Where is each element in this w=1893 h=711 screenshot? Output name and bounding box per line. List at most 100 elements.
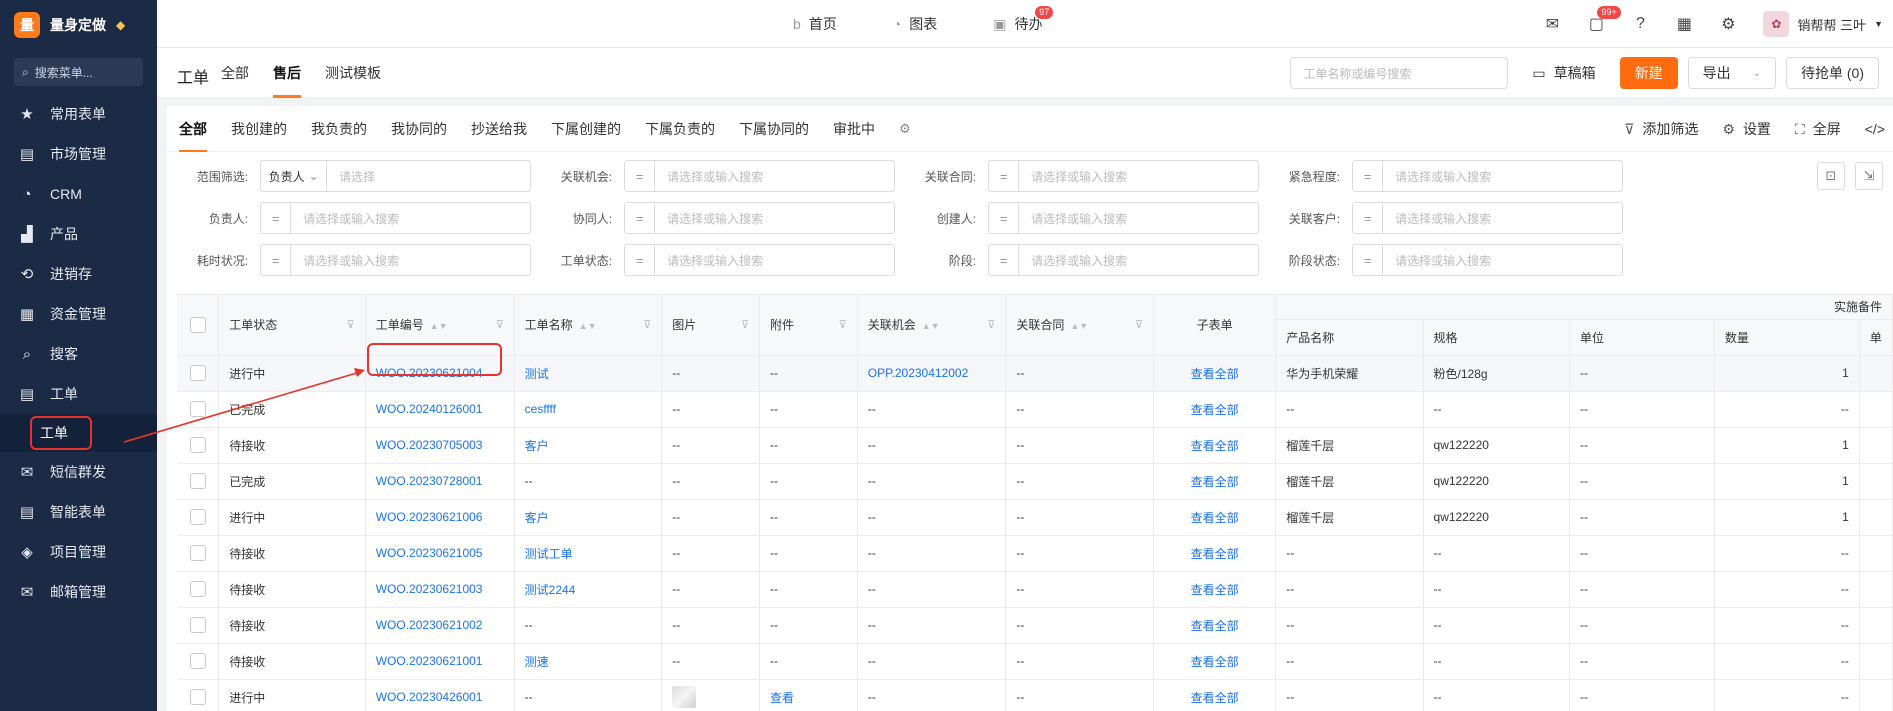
row-checkbox[interactable] — [189, 581, 206, 597]
operator-select[interactable]: = — [625, 203, 656, 233]
save-filter-icon[interactable]: ⊡ — [1817, 162, 1845, 190]
sidebar-item[interactable]: ⌕ 搜客 — [0, 334, 157, 374]
cell-sub[interactable]: 查看全部 — [1153, 391, 1277, 428]
range-owner-select[interactable]: 负责人 ⌄ — [261, 161, 328, 191]
filter-tab[interactable]: 审批中 — [833, 106, 875, 152]
cell-name[interactable]: cesffff — [514, 391, 663, 428]
cell-sub[interactable]: 查看全部 — [1153, 535, 1277, 572]
operator-select[interactable]: = — [1353, 245, 1384, 275]
row-checkbox[interactable] — [189, 401, 206, 417]
row-checkbox[interactable] — [189, 653, 206, 669]
drafts-button[interactable]: ▭ 草稿箱 — [1518, 57, 1610, 89]
column-filter-icon[interactable]: ⊽ — [347, 318, 355, 331]
cell-value[interactable]: WOO.20240126001 — [376, 402, 483, 416]
cell-name[interactable]: 测试 — [514, 355, 663, 392]
sidebar-item[interactable]: ✉ 短信群发 — [0, 452, 157, 492]
cell-sub[interactable]: 查看全部 — [1153, 607, 1277, 644]
row-checkbox[interactable] — [189, 617, 206, 633]
filter-tab[interactable]: 全部 — [179, 106, 207, 152]
top-nav-link[interactable]: ◔ 图表 — [893, 14, 937, 34]
column-filter-icon[interactable]: ⊽ — [741, 318, 749, 331]
cell-sub[interactable]: 查看全部 — [1153, 499, 1277, 536]
select-all-checkbox[interactable] — [189, 316, 206, 333]
row-checkbox[interactable] — [189, 509, 206, 525]
cell-value[interactable]: WOO.20230621002 — [376, 618, 483, 632]
column-filter-icon[interactable]: ⊽ — [839, 318, 847, 331]
cell-value[interactable]: 客户 — [525, 439, 549, 453]
cell-value[interactable]: 查看全部 — [1191, 439, 1239, 453]
cell-value[interactable]: WOO.20230621005 — [376, 546, 483, 560]
template-tab[interactable]: 售后 — [273, 48, 301, 98]
top-nav-link[interactable]: b 首页 — [793, 14, 837, 34]
sub-column-header[interactable]: 数量 — [1714, 319, 1860, 356]
cell-no[interactable]: WOO.20230426001 — [365, 679, 515, 711]
cell-value[interactable]: 查看 — [770, 691, 794, 705]
cell-no[interactable]: WOO.20230621002 — [365, 607, 515, 644]
filter-input[interactable]: = 请选择或输入搜索 — [260, 202, 531, 234]
sidebar-item[interactable]: ◈ 项目管理 — [0, 532, 157, 572]
sub-column-header[interactable]: 单位 — [1569, 319, 1715, 356]
cell-name[interactable]: 测试2244 — [514, 571, 663, 608]
operator-select[interactable]: = — [625, 161, 656, 191]
cell-no[interactable]: WOO.20230621003 — [365, 571, 515, 608]
sidebar-item[interactable]: ◔ CRM — [0, 174, 157, 214]
sub-column-header[interactable]: 单 — [1859, 319, 1893, 356]
cell-sub[interactable]: 查看全部 — [1153, 427, 1277, 464]
sidebar-item[interactable]: ▟ 产品 — [0, 214, 157, 254]
fullscreen-button[interactable]: ⛶ 全屏 — [1795, 119, 1841, 139]
column-header[interactable]: 工单名称 ▲▼ ⊽ — [514, 295, 663, 356]
settings-button[interactable]: ⚙ 设置 — [1722, 119, 1771, 139]
new-button[interactable]: 新建 — [1619, 57, 1678, 89]
grab-order-button[interactable]: 待抢单 (0) — [1786, 57, 1879, 89]
filter-tab[interactable]: 我协同的 — [391, 106, 447, 152]
column-header[interactable]: 关联机会 ▲▼ ⊽ — [857, 295, 1007, 356]
cell-sub[interactable]: 查看全部 — [1153, 463, 1277, 500]
work-order-search-input[interactable]: 工单名称或编号搜索 — [1290, 57, 1509, 89]
row-checkbox[interactable] — [189, 365, 206, 381]
mail-icon[interactable]: ✉ — [1543, 14, 1561, 34]
cell-no[interactable]: WOO.20230621005 — [365, 535, 515, 572]
operator-select[interactable]: = — [989, 203, 1020, 233]
cell-value[interactable]: 查看全部 — [1191, 691, 1239, 705]
cell-no[interactable]: WOO.20230621001 — [365, 643, 515, 680]
table-row[interactable]: 待接收 WOO.20230621002 -- -- -- -- -- 查看全部 -- -- -- -- — [177, 607, 1893, 644]
cell-opp[interactable]: OPP.20230412002 — [857, 355, 1007, 392]
template-tab[interactable]: 全部 — [221, 48, 249, 98]
cell-value[interactable]: 查看全部 — [1191, 367, 1239, 381]
filter-tab[interactable]: 我负责的 — [311, 106, 367, 152]
cell-no[interactable]: WOO.20230728001 — [365, 463, 515, 500]
table-row[interactable]: 已完成 WOO.20230728001 -- -- -- -- -- 查看全部 榴莲千层 qw12… — [177, 463, 1893, 500]
cell-value[interactable]: 测速 — [525, 655, 549, 669]
operator-select[interactable]: = — [261, 245, 292, 275]
cell-value[interactable]: 客户 — [525, 511, 549, 525]
column-filter-icon[interactable]: ⊽ — [496, 318, 504, 331]
filter-input[interactable]: = 请选择或输入搜索 — [1352, 244, 1623, 276]
chat-icon[interactable]: ▢ 99+ — [1587, 6, 1621, 34]
cell-value[interactable]: 测试2244 — [525, 583, 576, 597]
cell-sub[interactable]: 查看全部 — [1153, 355, 1277, 392]
column-header[interactable]: 子表单 — [1153, 295, 1277, 356]
row-checkbox[interactable] — [189, 689, 206, 705]
table-row[interactable]: 进行中 WOO.20230621006 客户 -- -- -- -- 查看全部 榴莲千层 qw12… — [177, 499, 1893, 536]
column-filter-icon[interactable]: ⊽ — [643, 318, 651, 331]
table-row[interactable]: 进行中 WOO.20230426001 -- 查看 -- -- 查看全部 -- -- -- -- — [177, 679, 1893, 711]
cell-value[interactable]: WOO.20230621003 — [376, 582, 483, 596]
column-filter-icon[interactable]: ⊽ — [1135, 318, 1143, 331]
image-thumbnail[interactable] — [672, 686, 697, 708]
cell-name[interactable]: 客户 — [514, 427, 663, 464]
code-button[interactable]: </> — [1865, 121, 1885, 137]
cell-name[interactable]: 测速 — [514, 643, 663, 680]
sidebar-item[interactable]: ✉ 邮箱管理 — [0, 572, 157, 612]
operator-select[interactable]: = — [261, 203, 292, 233]
cell-value[interactable]: 测试工单 — [525, 547, 573, 561]
cell-value[interactable]: WOO.20230705003 — [376, 438, 483, 452]
cell-att[interactable]: 查看 — [759, 679, 858, 711]
cell-value[interactable]: WOO.20230728001 — [376, 474, 483, 488]
table-row[interactable]: 待接收 WOO.20230621005 测试工单 -- -- -- -- 查看全部 -- -- --… — [177, 535, 1893, 572]
filter-input[interactable]: = 请选择或输入搜索 — [1352, 202, 1623, 234]
operator-select[interactable]: = — [1353, 161, 1384, 191]
filter-input[interactable]: = 请选择或输入搜索 — [1352, 160, 1623, 192]
row-checkbox[interactable] — [189, 437, 206, 453]
cell-name[interactable]: 测试工单 — [514, 535, 663, 572]
top-nav-link[interactable]: ▣ 待办 97 — [993, 6, 1054, 34]
